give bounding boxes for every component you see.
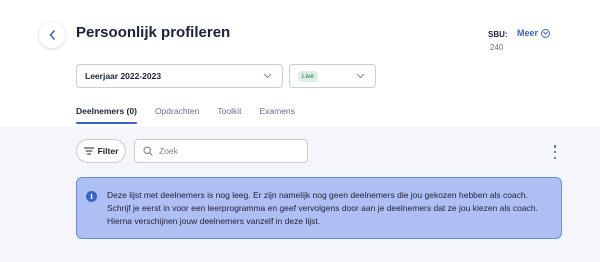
more-label: Meer bbox=[517, 28, 539, 38]
sbu-value: 240 bbox=[490, 43, 504, 52]
kebab-dot bbox=[553, 156, 557, 159]
tab-opdrachten[interactable]: Opdrachten bbox=[155, 106, 199, 122]
chevron-left-icon bbox=[49, 30, 55, 40]
filter-button[interactable]: Filter bbox=[76, 139, 126, 163]
tab-examens[interactable]: Examens bbox=[259, 106, 294, 122]
info-banner: i Deze lijst met deelnemers is nog leeg.… bbox=[76, 177, 562, 239]
kebab-dot bbox=[553, 150, 557, 154]
search-input[interactable] bbox=[159, 146, 299, 156]
page-title: Persoonlijk profileren bbox=[76, 24, 231, 41]
filter-lines-icon bbox=[83, 147, 94, 155]
info-icon: i bbox=[86, 191, 97, 202]
back-button[interactable] bbox=[39, 22, 65, 48]
chevron-down-icon bbox=[356, 73, 365, 79]
page-header: Persoonlijk profileren SBU: 240 Meer Lee… bbox=[0, 0, 600, 127]
school-year-select[interactable]: Leerjaar 2022-2023 bbox=[76, 64, 283, 88]
kebab-menu-icon[interactable] bbox=[552, 145, 558, 159]
filter-label: Filter bbox=[97, 146, 119, 156]
more-button[interactable]: Meer bbox=[517, 28, 551, 38]
tab-bar: Deelnemers (0) Opdrachten Toolkit Examen… bbox=[76, 106, 313, 124]
tab-deelnemers[interactable]: Deelnemers (0) bbox=[76, 106, 137, 124]
search-icon bbox=[143, 146, 153, 156]
search-field[interactable] bbox=[134, 139, 308, 163]
status-select[interactable]: Live bbox=[289, 64, 376, 88]
status-badge: Live bbox=[298, 70, 318, 82]
kebab-dot bbox=[553, 145, 557, 148]
tab-toolkit[interactable]: Toolkit bbox=[217, 106, 241, 122]
chevron-down-icon bbox=[263, 73, 272, 79]
school-year-value: Leerjaar 2022-2023 bbox=[85, 71, 162, 81]
sbu-label: SBU: bbox=[488, 30, 508, 39]
info-banner-text: Deze lijst met deelnemers is nog leeg. E… bbox=[107, 190, 538, 226]
chevron-circle-down-icon bbox=[541, 28, 551, 38]
